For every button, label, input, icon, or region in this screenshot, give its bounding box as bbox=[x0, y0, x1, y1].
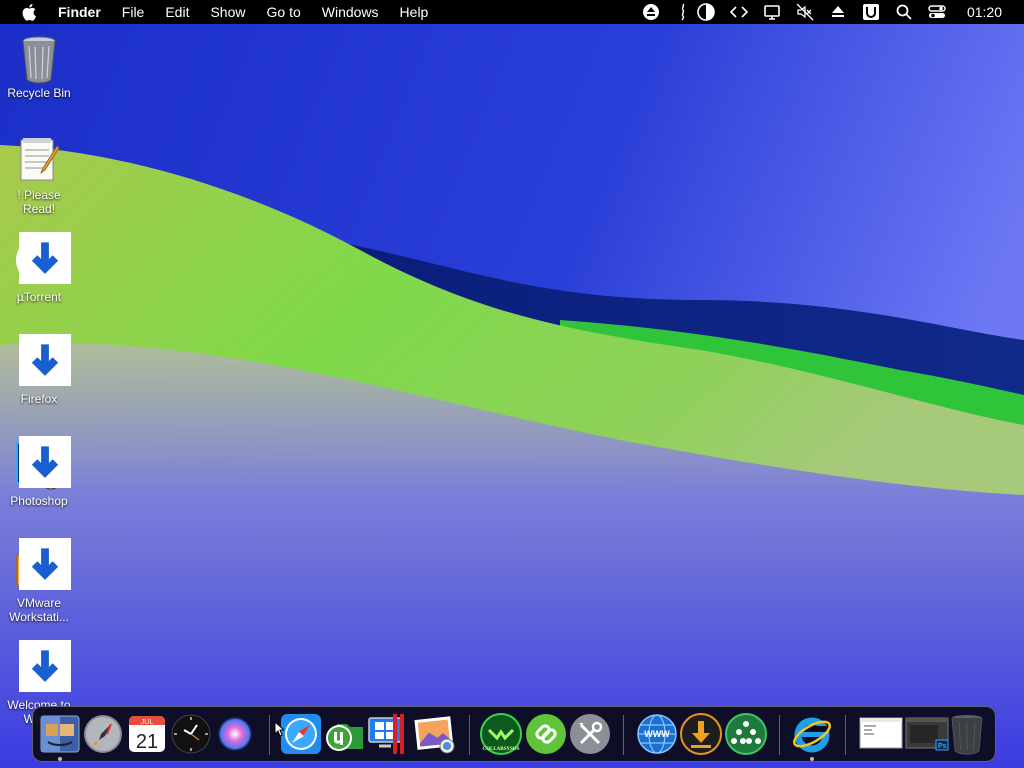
internet-explorer-icon bbox=[792, 717, 832, 753]
shortcut-arrow-icon bbox=[19, 334, 71, 386]
vmware-icon bbox=[13, 538, 71, 594]
utorrent-icon bbox=[13, 232, 71, 288]
dock-internet-explorer[interactable] bbox=[790, 712, 834, 756]
network-icon bbox=[725, 713, 767, 755]
dock-photoshop-window[interactable]: Ps bbox=[905, 712, 949, 756]
www-label: WWW bbox=[644, 729, 670, 739]
desktop-icon-label: VMware Workstati... bbox=[9, 596, 69, 624]
windows-app-icon bbox=[368, 714, 404, 754]
dock-utorrent[interactable] bbox=[323, 712, 367, 756]
mute-icon[interactable] bbox=[796, 3, 814, 21]
desktop-icon-please-read[interactable]: ! Please Read! bbox=[4, 134, 74, 216]
apple-welcome-icon bbox=[13, 640, 71, 696]
u-badge-icon[interactable] bbox=[862, 3, 880, 21]
dock-download[interactable] bbox=[679, 712, 723, 756]
siri-icon bbox=[217, 716, 253, 752]
trash-icon bbox=[951, 715, 983, 755]
contrast-icon[interactable] bbox=[697, 3, 715, 21]
desktop-wallpaper bbox=[0, 0, 1024, 768]
link-icon bbox=[526, 714, 566, 754]
mouse-cursor-icon bbox=[274, 721, 284, 737]
download-icon bbox=[680, 713, 722, 755]
dock-photo-viewer[interactable] bbox=[413, 712, 457, 756]
menu-show[interactable]: Show bbox=[210, 4, 245, 20]
dock-www[interactable]: WWW bbox=[635, 712, 679, 756]
launchpad-icon bbox=[84, 715, 122, 753]
dock-network[interactable] bbox=[724, 712, 768, 756]
calendar-month: JUL bbox=[141, 719, 154, 726]
menu-windows[interactable]: Windows bbox=[322, 4, 379, 20]
dock: JUL 21 COLLABSYSOS WWW Ps bbox=[32, 706, 996, 762]
collabsysos-label: COLLABSYSOS bbox=[483, 747, 520, 752]
safari-icon bbox=[281, 714, 321, 754]
dock-collabsysos[interactable]: COLLABSYSOS bbox=[479, 712, 523, 756]
dock-separator bbox=[623, 715, 624, 755]
menu-finder[interactable]: Finder bbox=[58, 4, 101, 20]
dock-separator bbox=[779, 715, 780, 755]
pen-icon[interactable] bbox=[675, 3, 693, 21]
notepad-window-icon bbox=[859, 717, 903, 749]
dock-windows-app[interactable] bbox=[367, 712, 411, 756]
desktop-icon-label: Recycle Bin bbox=[7, 86, 71, 100]
desktop-icon-vmware[interactable]: VMware Workstati... bbox=[4, 538, 74, 624]
dock-notepad-window[interactable] bbox=[859, 712, 903, 756]
code-icon[interactable] bbox=[729, 3, 748, 21]
recycle-bin-icon bbox=[13, 32, 65, 84]
shortcut-arrow-icon bbox=[19, 640, 71, 692]
www-globe-icon: WWW bbox=[637, 714, 677, 754]
running-indicator bbox=[810, 757, 814, 761]
utorrent-folder-icon bbox=[326, 724, 363, 751]
clock-icon bbox=[171, 714, 211, 754]
shortcut-arrow-icon bbox=[19, 538, 71, 590]
dock-calendar[interactable]: JUL 21 bbox=[125, 712, 169, 756]
dock-launchpad[interactable] bbox=[81, 712, 125, 756]
dock-link[interactable] bbox=[524, 712, 568, 756]
photoshop-icon: Ps bbox=[13, 436, 71, 492]
menu-file[interactable]: File bbox=[122, 4, 145, 20]
dock-tools[interactable] bbox=[568, 712, 612, 756]
desktop-icon-label: Photoshop bbox=[10, 494, 68, 508]
shortcut-arrow-icon bbox=[19, 232, 71, 284]
desktop-icon-label: ! Please Read! bbox=[17, 188, 61, 216]
dock-separator bbox=[845, 715, 846, 755]
dock-safari[interactable] bbox=[279, 712, 323, 756]
desktop-icon-label: Firefox bbox=[20, 392, 58, 406]
desktop-icon-recycle-bin[interactable]: Recycle Bin bbox=[4, 32, 74, 100]
menu-bar: Finder File Edit Show Go to Windows Help bbox=[0, 0, 1024, 24]
menubar-clock[interactable]: 01:20 bbox=[967, 4, 1002, 20]
desktop-icon-firefox[interactable]: Firefox bbox=[4, 334, 74, 406]
search-icon[interactable] bbox=[895, 3, 913, 21]
menu-go-to[interactable]: Go to bbox=[267, 4, 301, 20]
running-indicator bbox=[58, 757, 62, 761]
dock-finder[interactable] bbox=[38, 712, 82, 756]
finder-icon bbox=[40, 715, 80, 753]
upload-icon[interactable] bbox=[829, 3, 847, 21]
firefox-icon bbox=[13, 334, 71, 390]
control-center-icon[interactable] bbox=[928, 3, 946, 21]
calendar-icon: JUL 21 bbox=[129, 716, 165, 753]
desktop-icon-label: µTorrent bbox=[16, 290, 62, 304]
dock-trash[interactable] bbox=[945, 712, 989, 756]
dock-separator bbox=[269, 715, 270, 755]
desktop-icon-utorrent[interactable]: µTorrent bbox=[4, 232, 74, 304]
dock-clock[interactable] bbox=[169, 712, 213, 756]
photo-viewer-icon bbox=[414, 716, 455, 754]
shortcut-arrow-icon bbox=[19, 436, 71, 488]
dock-separator bbox=[469, 715, 470, 755]
photoshop-window-icon: Ps bbox=[905, 717, 949, 751]
calendar-day: 21 bbox=[136, 731, 158, 753]
apple-logo-icon[interactable] bbox=[22, 3, 38, 21]
menu-edit[interactable]: Edit bbox=[165, 4, 189, 20]
dock-siri[interactable] bbox=[213, 712, 257, 756]
display-icon[interactable] bbox=[763, 3, 781, 21]
collabsysos-icon: COLLABSYSOS bbox=[480, 713, 522, 755]
menu-help[interactable]: Help bbox=[400, 4, 429, 20]
tools-icon bbox=[570, 714, 610, 754]
eject-icon[interactable] bbox=[642, 3, 660, 21]
notepad-icon bbox=[13, 134, 65, 186]
desktop-icon-photoshop[interactable]: Ps Photoshop bbox=[4, 436, 74, 508]
